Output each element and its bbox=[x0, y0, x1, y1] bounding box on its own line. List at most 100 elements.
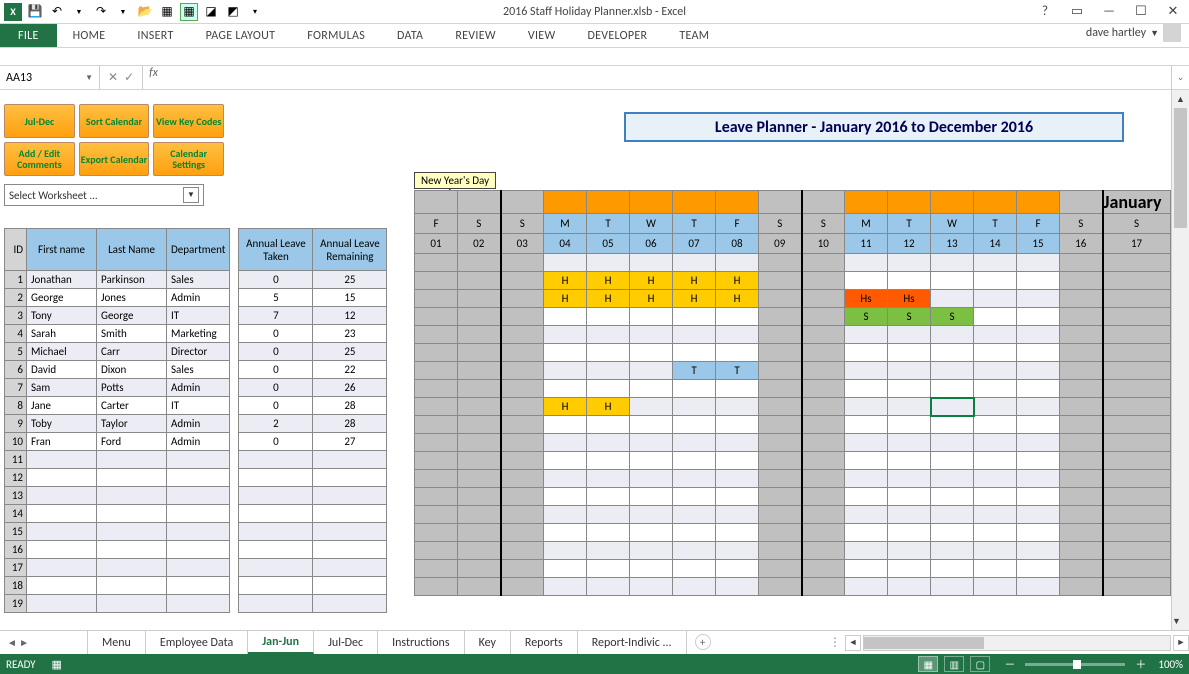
calendar-cell[interactable] bbox=[544, 488, 587, 506]
calendar-cell[interactable] bbox=[759, 272, 802, 290]
calendar-cell[interactable] bbox=[415, 542, 458, 560]
tab-team[interactable]: TEAM bbox=[663, 24, 725, 47]
name-box-input[interactable] bbox=[6, 71, 66, 85]
add-sheet-button[interactable]: + bbox=[695, 634, 711, 650]
calendar-cell[interactable]: H bbox=[544, 290, 587, 308]
sheet-tab-reports[interactable]: Reports bbox=[511, 631, 578, 654]
calendar-cell[interactable] bbox=[1103, 416, 1171, 434]
ribbon-display-icon[interactable]: ▭ bbox=[1065, 2, 1089, 22]
calendar-cell[interactable] bbox=[716, 542, 759, 560]
calendar-cell[interactable] bbox=[802, 272, 845, 290]
zoom-out-icon[interactable]: － bbox=[1004, 656, 1015, 672]
calendar-cell[interactable] bbox=[415, 362, 458, 380]
calendar-cell[interactable] bbox=[673, 578, 716, 596]
calendar-cell[interactable] bbox=[716, 506, 759, 524]
calendar-cell[interactable] bbox=[1060, 470, 1103, 488]
calendar-cell[interactable] bbox=[544, 452, 587, 470]
calendar-cell[interactable] bbox=[802, 506, 845, 524]
sheet-tab-report-indivic-[interactable]: Report-Indivic ... bbox=[578, 631, 687, 654]
calendar-cell[interactable] bbox=[415, 272, 458, 290]
calendar-cell[interactable] bbox=[458, 524, 501, 542]
calendar-row[interactable] bbox=[415, 470, 1171, 488]
calendar-cell[interactable] bbox=[802, 434, 845, 452]
calendar-cell[interactable] bbox=[716, 308, 759, 326]
qat-icon-4[interactable]: ◩ bbox=[224, 3, 242, 21]
calendar-cell[interactable] bbox=[1103, 452, 1171, 470]
calendar-cell[interactable] bbox=[587, 344, 630, 362]
user-account[interactable]: dave hartley ▼ bbox=[1086, 24, 1181, 42]
calendar-cell[interactable] bbox=[888, 506, 931, 524]
calendar-cell[interactable] bbox=[759, 578, 802, 596]
calendar-cell[interactable] bbox=[544, 560, 587, 578]
calendar-cell[interactable] bbox=[587, 470, 630, 488]
calendar-cell[interactable] bbox=[544, 470, 587, 488]
staff-row[interactable]: 6DavidDixonSales 022 bbox=[5, 361, 387, 379]
calendar-cell[interactable] bbox=[501, 272, 544, 290]
calendar-cell[interactable] bbox=[845, 434, 888, 452]
calendar-cell[interactable] bbox=[544, 506, 587, 524]
calendar-row[interactable] bbox=[415, 506, 1171, 524]
calendar-cell[interactable] bbox=[1103, 506, 1171, 524]
staff-row[interactable]: 3TonyGeorgeIT 712 bbox=[5, 307, 387, 325]
calendar-cell[interactable] bbox=[415, 578, 458, 596]
minimize-icon[interactable]: — bbox=[1097, 2, 1121, 22]
calendar-cell[interactable]: H bbox=[587, 290, 630, 308]
calendar-cell[interactable] bbox=[931, 452, 974, 470]
calendar-cell[interactable] bbox=[802, 308, 845, 326]
export-calendar-button[interactable]: Export Calendar bbox=[79, 142, 150, 176]
staff-row[interactable]: 10FranFordAdmin 027 bbox=[5, 433, 387, 451]
calendar-cell[interactable] bbox=[931, 326, 974, 344]
calendar-cell[interactable] bbox=[630, 452, 673, 470]
calendar-cell[interactable] bbox=[974, 398, 1017, 416]
view-key-codes-button[interactable]: View Key Codes bbox=[153, 104, 224, 138]
save-icon[interactable]: 💾 bbox=[26, 3, 44, 21]
calendar-cell[interactable] bbox=[845, 470, 888, 488]
calendar-cell[interactable] bbox=[716, 326, 759, 344]
calendar-cell[interactable] bbox=[931, 470, 974, 488]
calendar-cell[interactable] bbox=[1060, 326, 1103, 344]
calendar-cell[interactable] bbox=[759, 542, 802, 560]
sheet-tab-jul-dec[interactable]: Jul-Dec bbox=[314, 631, 378, 654]
calendar-cell[interactable] bbox=[458, 254, 501, 272]
scroll-up-icon[interactable]: ▲ bbox=[1172, 90, 1189, 108]
calendar-cell[interactable] bbox=[458, 578, 501, 596]
calendar-cell[interactable] bbox=[458, 344, 501, 362]
calendar-cell[interactable] bbox=[716, 470, 759, 488]
calendar-cell[interactable] bbox=[1017, 524, 1060, 542]
calendar-cell[interactable] bbox=[888, 254, 931, 272]
redo-icon[interactable]: ↷ bbox=[92, 3, 110, 21]
calendar-cell[interactable] bbox=[716, 380, 759, 398]
calendar-cell[interactable] bbox=[587, 254, 630, 272]
calendar-cell[interactable] bbox=[1103, 398, 1171, 416]
calendar-cell[interactable] bbox=[1060, 380, 1103, 398]
scroll-left-icon[interactable]: ◄ bbox=[845, 635, 861, 651]
calendar-cell[interactable] bbox=[501, 560, 544, 578]
calendar-row[interactable] bbox=[415, 254, 1171, 272]
calendar-cell[interactable] bbox=[1060, 362, 1103, 380]
calendar-cell[interactable] bbox=[630, 380, 673, 398]
calendar-cell[interactable] bbox=[1017, 398, 1060, 416]
tab-view[interactable]: VIEW bbox=[512, 24, 572, 47]
staff-row[interactable]: 9TobyTaylorAdmin 228 bbox=[5, 415, 387, 433]
calendar-cell[interactable] bbox=[415, 470, 458, 488]
calendar-cell[interactable] bbox=[458, 308, 501, 326]
calendar-cell[interactable] bbox=[587, 578, 630, 596]
calendar-cell[interactable] bbox=[845, 362, 888, 380]
calendar-cell[interactable] bbox=[587, 308, 630, 326]
calendar-cell[interactable] bbox=[931, 560, 974, 578]
calendar-cell[interactable] bbox=[630, 326, 673, 344]
calendar-cell[interactable] bbox=[888, 488, 931, 506]
calendar-cell[interactable] bbox=[544, 362, 587, 380]
sheet-tab-jan-jun[interactable]: Jan-Jun bbox=[248, 631, 314, 654]
calendar-cell[interactable] bbox=[415, 290, 458, 308]
sheet-tab-key[interactable]: Key bbox=[465, 631, 511, 654]
staff-row[interactable]: 4SarahSmithMarketing 023 bbox=[5, 325, 387, 343]
calendar-cell[interactable] bbox=[759, 434, 802, 452]
calendar-cell[interactable] bbox=[1060, 488, 1103, 506]
calendar-cell[interactable] bbox=[544, 254, 587, 272]
calendar-cell[interactable] bbox=[759, 254, 802, 272]
calendar-cell[interactable] bbox=[974, 290, 1017, 308]
calendar-cell[interactable]: H bbox=[544, 272, 587, 290]
calendar-cell[interactable]: T bbox=[673, 362, 716, 380]
calendar-cell[interactable] bbox=[716, 578, 759, 596]
